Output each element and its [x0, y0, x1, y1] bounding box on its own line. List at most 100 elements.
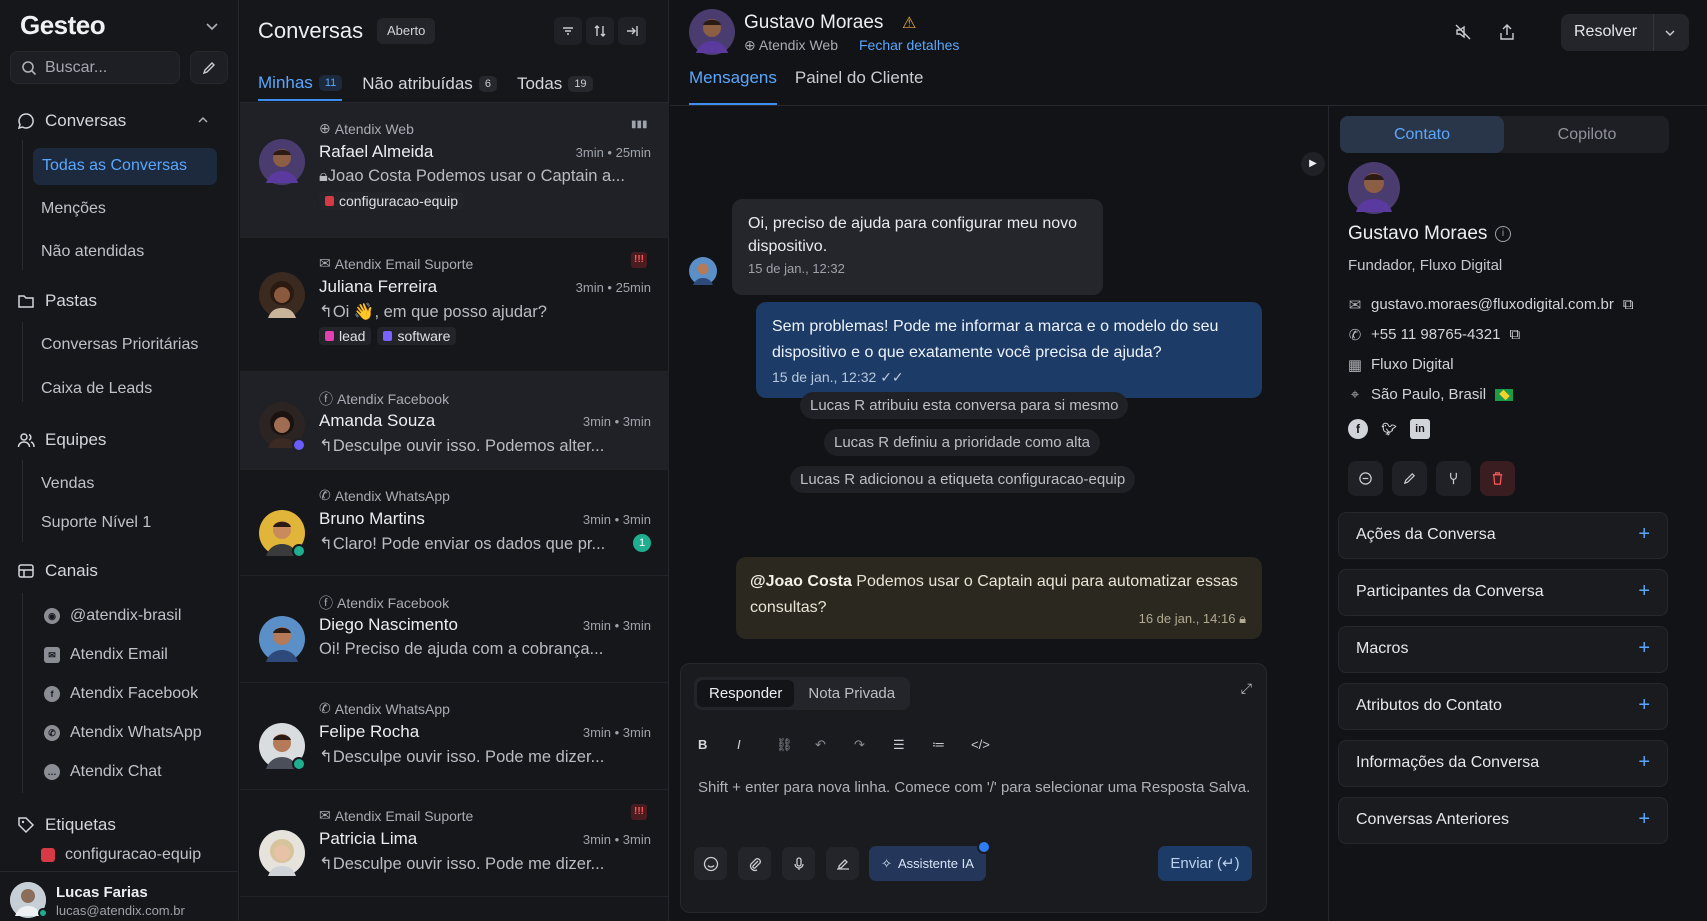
audio-button[interactable]	[782, 847, 815, 880]
message-thread: ▶ Oi, preciso de ajuda para configurar m…	[670, 106, 1327, 921]
tab-responder[interactable]: Responder	[697, 680, 795, 707]
info-icon[interactable]: i	[1495, 226, 1511, 242]
channel-label: Atendix Facebook	[70, 685, 199, 702]
channel-facebook[interactable]: f Atendix Facebook	[44, 685, 198, 703]
copy-icon[interactable]: ⧉	[1623, 296, 1634, 313]
tab-painel-cliente[interactable]: Painel do Cliente	[795, 68, 924, 105]
inbox-name: ⓕ Atendix Facebook	[319, 389, 449, 409]
tab-copiloto[interactable]: Copiloto	[1505, 116, 1669, 153]
status-filter[interactable]: Aberto	[377, 18, 436, 44]
conversation-item[interactable]: ✆ Atendix WhatsApp Felipe Rocha 3min • 3m…	[240, 683, 669, 790]
conversation-item[interactable]: ✉ Atendix Email Suporte !!! Juliana Ferre…	[240, 238, 669, 372]
accordion-acoes[interactable]: Ações da Conversa +	[1338, 512, 1668, 559]
tab-mensagens[interactable]: Mensagens	[689, 68, 777, 105]
whatsapp-badge-icon	[292, 544, 306, 558]
delete-contact-button[interactable]	[1480, 461, 1515, 496]
merge-contact-button[interactable]	[1436, 461, 1471, 496]
conversation-item[interactable]: ✆ Atendix WhatsApp Bruno Martins 3min • 3…	[240, 470, 669, 576]
section-pastas[interactable]: Pastas	[16, 291, 97, 311]
last-message: ↰Oi 👋, em que posso ajudar?	[319, 302, 651, 322]
conversation-item[interactable]: ✉ Atendix Email Suporte !!! Patricia Lima…	[240, 790, 669, 897]
copy-icon[interactable]: ⧉	[1509, 326, 1520, 343]
last-message: 🔒︎Joao Costa Podemos usar o Captain a...	[319, 167, 651, 186]
whatsapp-icon: ✆	[319, 487, 331, 503]
twitter-icon[interactable]: 🐦︎	[1379, 419, 1399, 439]
send-button[interactable]: Enviar (↵)	[1158, 846, 1252, 881]
avatar[interactable]	[689, 9, 735, 55]
channel-email[interactable]: ✉ Atendix Email	[44, 646, 168, 664]
tab-nota-privada[interactable]: Nota Privada	[796, 680, 907, 707]
channel-whatsapp[interactable]: ✆ Atendix WhatsApp	[44, 724, 202, 742]
compose-button[interactable]	[190, 51, 228, 84]
message-input[interactable]: Shift + enter para nova linha. Comece co…	[698, 779, 1250, 796]
bold-icon[interactable]: B	[698, 737, 737, 753]
signature-button[interactable]	[826, 847, 859, 880]
label-item[interactable]: configuracao-equip	[41, 846, 201, 864]
tab-nao-atribuidas[interactable]: Não atribuídas 6	[362, 67, 497, 101]
close-details-link[interactable]: Fechar detalhes	[859, 37, 959, 53]
resolve-button[interactable]: Resolver	[1561, 14, 1689, 51]
expand-panel-button[interactable]: ▶	[1301, 152, 1325, 176]
tab-contato[interactable]: Contato	[1340, 116, 1504, 153]
chevron-down-icon[interactable]	[1663, 26, 1677, 40]
section-etiquetas[interactable]: Etiquetas	[16, 815, 116, 835]
mute-button[interactable]	[1448, 17, 1478, 47]
collapse-list-button[interactable]	[618, 17, 646, 45]
italic-icon[interactable]: I	[737, 737, 776, 753]
conversation-item[interactable]: ⓕ Atendix Facebook Diego Nascimento 3min …	[240, 576, 669, 683]
undo-icon[interactable]: ↶	[815, 737, 854, 753]
accordion-anteriores[interactable]: Conversas Anteriores +	[1338, 797, 1668, 844]
divider	[22, 593, 23, 793]
sidebar-item-mencoes[interactable]: Menções	[41, 200, 106, 218]
link-icon[interactable]: ⛓	[776, 737, 815, 753]
section-canais[interactable]: Canais	[16, 561, 98, 581]
attach-button[interactable]	[738, 847, 771, 880]
sidebar-item-prioritarias[interactable]: Conversas Prioritárias	[41, 336, 198, 354]
redo-icon[interactable]: ↷	[854, 737, 893, 753]
channel-chat[interactable]: … Atendix Chat	[44, 763, 162, 781]
expand-icon[interactable]: ⤢	[1241, 680, 1252, 697]
emoji-button[interactable]	[694, 847, 727, 880]
share-button[interactable]	[1492, 17, 1522, 47]
accordion-informacoes[interactable]: Informações da Conversa +	[1338, 740, 1668, 787]
accordion-macros[interactable]: Macros +	[1338, 626, 1668, 673]
bullet-list-icon[interactable]: ☰	[893, 737, 932, 753]
facebook-icon[interactable]: f	[1348, 419, 1368, 439]
chevron-up-icon[interactable]	[196, 113, 210, 127]
sidebar-item-vendas[interactable]: Vendas	[41, 475, 94, 493]
edit-contact-button[interactable]	[1392, 461, 1427, 496]
code-icon[interactable]: </>	[971, 737, 1010, 753]
sidebar-item-nao-atendidas[interactable]: Não atendidas	[41, 243, 144, 261]
sidebar-item-suporte[interactable]: Suporte Nível 1	[41, 514, 151, 532]
section-conversas[interactable]: Conversas	[16, 111, 126, 131]
sidebar-item-todas[interactable]: Todas as Conversas	[33, 148, 217, 185]
sidebar-item-leads[interactable]: Caixa de Leads	[41, 380, 152, 398]
current-user[interactable]: Lucas Farias lucas@atendix.com.br	[0, 871, 239, 921]
inbox-label: Atendix Email Suporte	[334, 807, 474, 824]
tab-minhas[interactable]: Minhas 11	[258, 67, 343, 101]
search-input[interactable]: Buscar...	[10, 51, 180, 84]
filter-button[interactable]	[554, 17, 582, 45]
numbered-list-icon[interactable]: ≔	[932, 737, 971, 753]
linkedin-icon[interactable]: in	[1410, 419, 1430, 439]
accordion-participantes[interactable]: Participantes da Conversa +	[1338, 569, 1668, 616]
chevron-down-icon[interactable]	[204, 18, 220, 34]
ai-assistant-button[interactable]: ✧ Assistente IA	[869, 846, 986, 881]
priority-high-icon: !!!	[631, 252, 647, 268]
tab-label: Todas	[516, 74, 563, 93]
accordion-atributos[interactable]: Atributos do Contato +	[1338, 683, 1668, 730]
reply-editor: Responder Nota Privada ⤢ B I ⛓ ↶ ↷ ☰ ≔ <…	[680, 663, 1267, 913]
last-message: Oi! Preciso de ajuda com a cobrança...	[319, 640, 604, 658]
sort-button[interactable]	[586, 17, 614, 45]
new-message-button[interactable]	[1348, 461, 1383, 496]
contact-name: Felipe Rocha	[319, 722, 420, 741]
company-text: Fluxo Digital	[1371, 356, 1454, 373]
conversation-item[interactable]: ⓕ Atendix Facebook Amanda Souza 3min • 3m…	[240, 372, 669, 470]
section-equipes[interactable]: Equipes	[16, 430, 106, 450]
tab-todas[interactable]: Todas 19	[517, 67, 593, 101]
channel-api[interactable]: ◉ @atendix-brasil	[44, 607, 181, 625]
brand-logo[interactable]: Gesteo	[20, 10, 106, 41]
inbox-label: Atendix Web	[758, 37, 838, 53]
mention: @Joao Costa	[750, 573, 852, 590]
conversation-item[interactable]: ⊕ Atendix Web ▮▮▮ Rafael Almeida 3min • 2…	[240, 103, 669, 238]
